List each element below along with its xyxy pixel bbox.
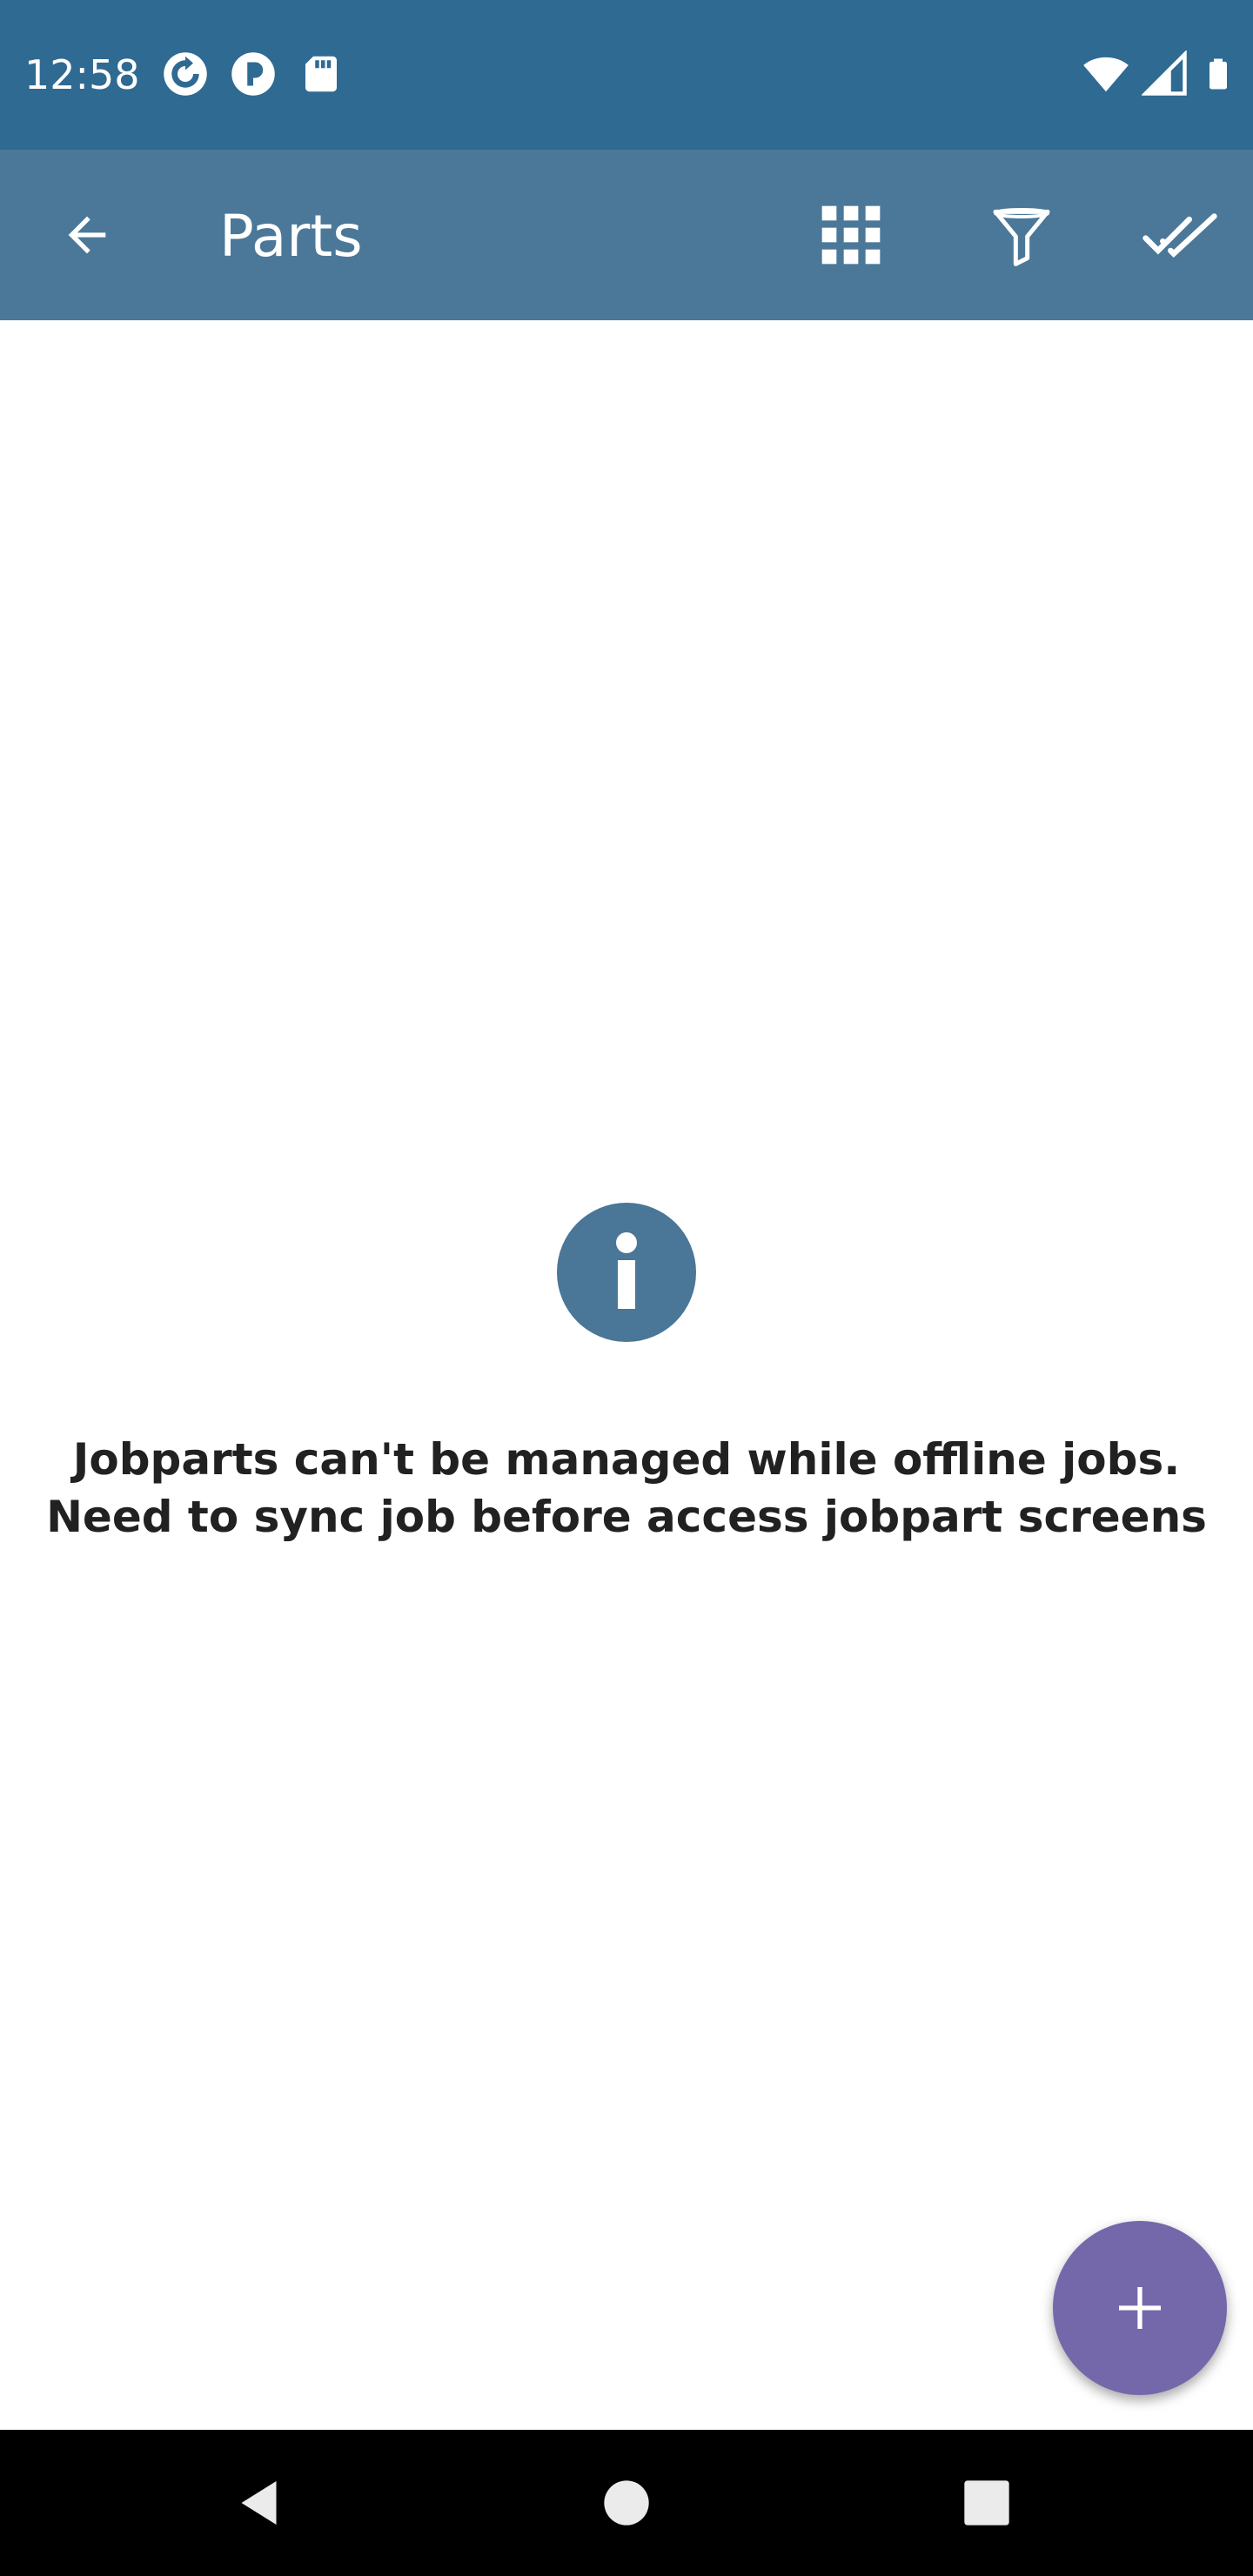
status-icons-left [162, 50, 345, 97]
add-part-button[interactable] [1053, 2221, 1227, 2395]
done-all-icon [1142, 213, 1217, 258]
offline-message: Jobparts can't be managed while offline … [46, 1434, 1207, 1542]
grid-view-icon [821, 205, 881, 265]
back-triangle-icon [241, 2481, 277, 2525]
status-bar: 12:58 [0, 0, 1253, 150]
nav-home-button[interactable] [583, 2459, 670, 2546]
arrow-back-icon [68, 216, 106, 254]
back-button[interactable] [44, 191, 131, 278]
grid-view-button[interactable] [807, 191, 895, 278]
filter-button[interactable] [978, 191, 1065, 278]
status-time: 12:58 [24, 51, 140, 98]
status-icons-right [1082, 50, 1236, 97]
content-area [0, 320, 1253, 2430]
nav-recents-button[interactable] [943, 2459, 1030, 2546]
sd-card-icon [305, 56, 337, 92]
info-icon [557, 1203, 696, 1342]
select-all-button[interactable] [1136, 191, 1223, 278]
app-bar: Parts [0, 150, 1253, 320]
wifi-icon [1083, 57, 1129, 92]
signal-icon [1142, 50, 1187, 96]
battery-icon [1209, 58, 1227, 90]
system-nav-bar [0, 2430, 1253, 2576]
home-circle-icon [604, 2480, 649, 2526]
sync-icon [164, 52, 207, 96]
data-saver-icon [231, 52, 275, 96]
page-title: Parts [219, 203, 363, 270]
filter-icon [993, 207, 1050, 266]
recents-square-icon [964, 2480, 1009, 2526]
add-icon [1119, 2287, 1161, 2329]
nav-back-button[interactable] [218, 2459, 305, 2546]
